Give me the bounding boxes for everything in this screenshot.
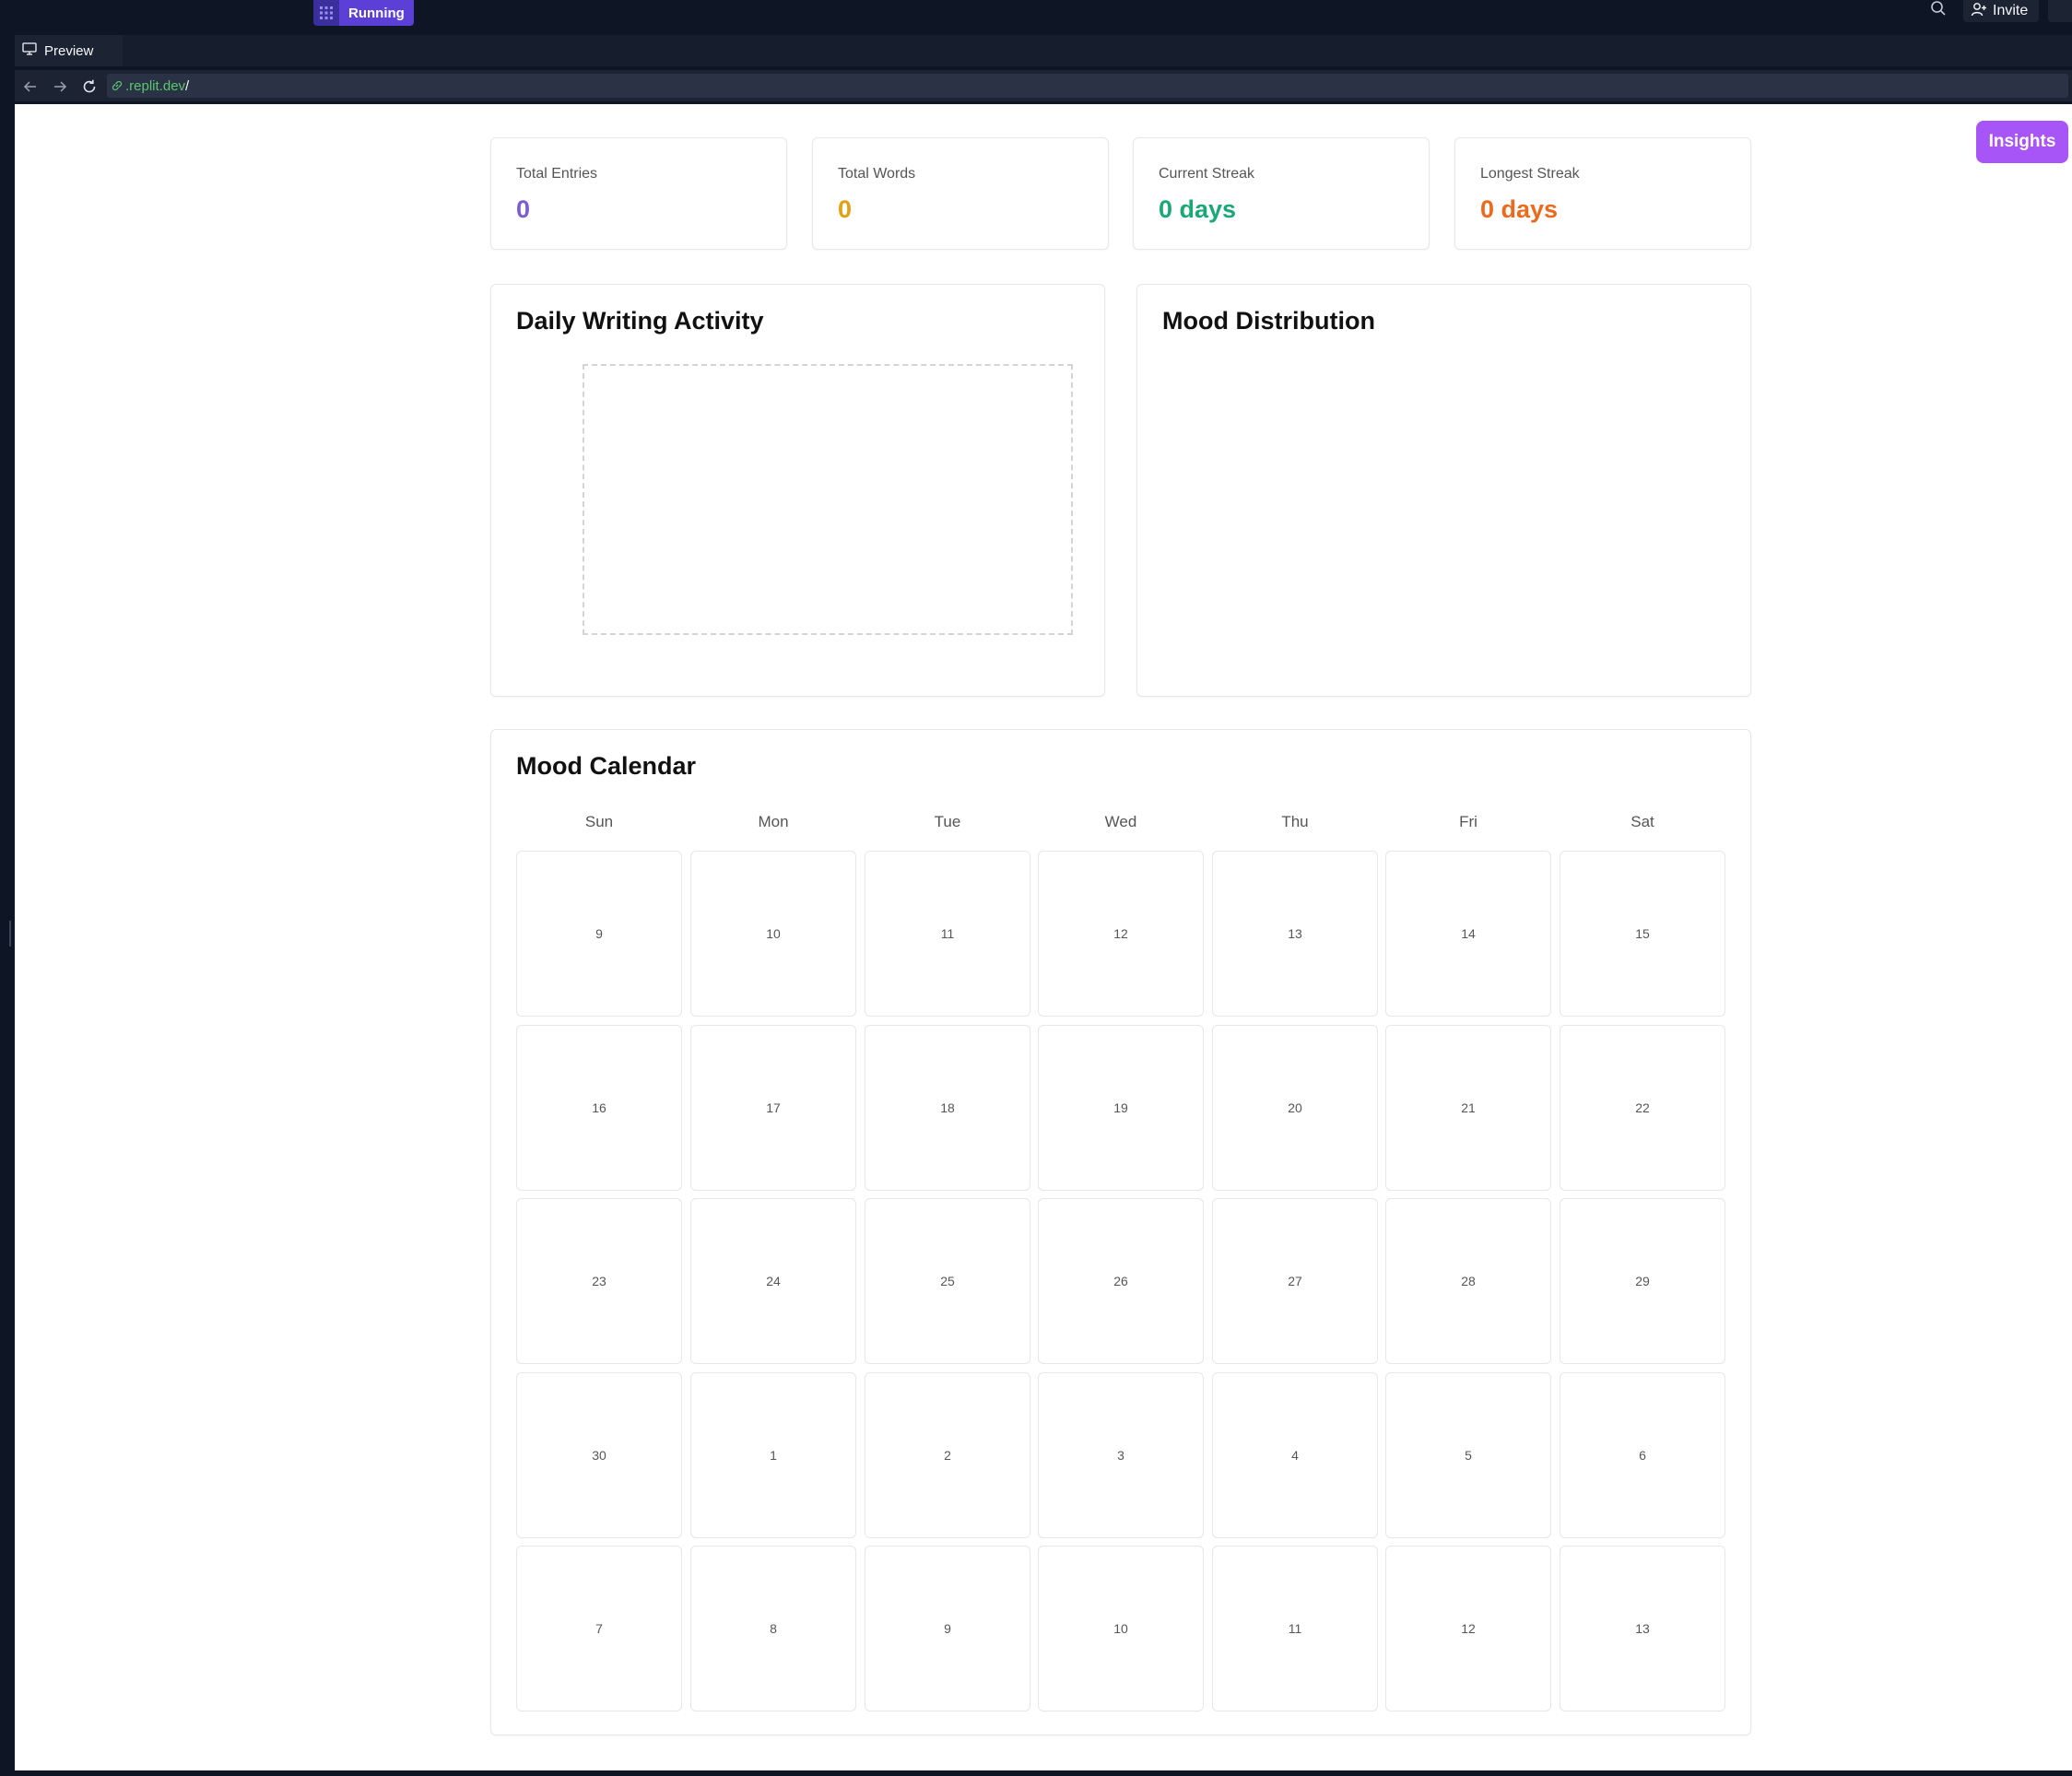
calendar-day-cell[interactable]: 18 (865, 1025, 1030, 1191)
calendar-day-cell[interactable]: 22 (1560, 1025, 1725, 1191)
calendar-day-cell[interactable]: 5 (1385, 1372, 1551, 1538)
calendar-day-cell[interactable]: 29 (1560, 1198, 1725, 1364)
calendar-day-cell[interactable]: 25 (865, 1198, 1030, 1364)
invite-button[interactable]: Invite (1963, 0, 2040, 22)
calendar-day-cell[interactable]: 12 (1038, 851, 1204, 1017)
tab-preview-label: Preview (44, 42, 94, 59)
calendar-day-cell[interactable]: 3 (1038, 1372, 1204, 1538)
mood-calendar-panel: Mood Calendar Sun Mon Tue Wed Thu Fri Sat 9 10 11… (490, 729, 1751, 1735)
weekday-header: Sat (1631, 813, 1654, 830)
calendar-day-cell[interactable]: 9 (865, 1546, 1030, 1711)
daily-writing-activity-panel: Daily Writing Activity (490, 284, 1105, 697)
forward-arrow-icon[interactable] (52, 78, 68, 95)
calendar-day-cell[interactable]: 14 (1385, 851, 1551, 1017)
monitor-icon (22, 42, 37, 59)
workspace-left-gutter (0, 31, 15, 1776)
stat-label: Total Words (838, 166, 916, 182)
calendar-day-cell[interactable]: 10 (1038, 1546, 1204, 1711)
calendar-day-cell[interactable]: 21 (1385, 1025, 1551, 1191)
url-input[interactable]: .replit.dev / (107, 74, 2068, 98)
calendar-day-cell[interactable]: 12 (1385, 1546, 1551, 1711)
calendar-day-cell[interactable]: 8 (690, 1546, 856, 1711)
stat-label: Longest Streak (1480, 166, 1580, 182)
reload-icon[interactable] (81, 78, 98, 95)
panel-title: Mood Distribution (1162, 307, 1375, 335)
stat-card-total-entries: Total Entries 0 (490, 137, 787, 250)
calendar-day-cell[interactable]: 2 (865, 1372, 1030, 1538)
calendar-day-cell[interactable]: 11 (1212, 1546, 1378, 1711)
calendar-day-cell[interactable]: 17 (690, 1025, 856, 1191)
calendar-day-cell[interactable]: 10 (690, 851, 856, 1017)
activity-chart-placeholder (583, 364, 1073, 635)
weekday-header: Wed (1104, 813, 1137, 830)
calendar-day-cell[interactable]: 19 (1038, 1025, 1204, 1191)
calendar-day-cell[interactable]: 7 (516, 1546, 682, 1711)
calendar-day-cell[interactable]: 16 (516, 1025, 682, 1191)
mood-distribution-panel: Mood Distribution (1136, 284, 1751, 697)
calendar-day-cell[interactable]: 11 (865, 851, 1030, 1017)
calendar-day-cell[interactable]: 30 (516, 1372, 682, 1538)
calendar-day-cell[interactable]: 4 (1212, 1372, 1378, 1538)
panel-title: Daily Writing Activity (516, 307, 764, 335)
stat-label: Current Streak (1159, 166, 1255, 182)
tab-preview[interactable]: Preview (15, 35, 124, 66)
calendar-day-cell[interactable]: 20 (1212, 1025, 1378, 1191)
add-user-icon (1971, 2, 1987, 21)
workspace-header: Running Invite (0, 0, 2072, 31)
stat-card-total-words: Total Words 0 (812, 137, 1109, 250)
calendar-day-cell[interactable]: 15 (1560, 851, 1725, 1017)
weekday-header: Fri (1459, 813, 1477, 830)
calendar-day-cell[interactable]: 28 (1385, 1198, 1551, 1364)
preview-url-bar: .replit.dev / (15, 70, 2072, 101)
panel-title: Mood Calendar (516, 752, 697, 780)
weekday-header: Sun (584, 813, 614, 830)
stat-value: 0 (516, 195, 531, 223)
stat-card-longest-streak: Longest Streak 0 days (1454, 137, 1751, 250)
stat-label: Total Entries (516, 166, 598, 182)
invite-label: Invite (1993, 3, 2029, 18)
pane-tab-bar: Preview (15, 35, 2072, 66)
calendar-day-cell[interactable]: 1 (690, 1372, 856, 1538)
pane-resize-handle[interactable] (9, 921, 11, 947)
weekday-header: Tue (934, 813, 961, 830)
url-host: .replit.dev (125, 77, 186, 94)
stat-value: 0 (838, 195, 853, 223)
stat-value: 0 days (1480, 195, 1559, 223)
stat-value: 0 days (1159, 195, 1237, 223)
run-status-label: Running (339, 0, 414, 26)
run-status-button[interactable]: Running (313, 0, 414, 26)
calendar-day-cell[interactable]: 24 (690, 1198, 856, 1364)
url-path: / (185, 77, 190, 94)
link-icon (111, 79, 124, 92)
weekday-header: Mon (758, 813, 789, 830)
profile-menu-button[interactable] (2048, 0, 2072, 22)
stat-card-current-streak: Current Streak 0 days (1133, 137, 1430, 250)
calendar-day-cell[interactable]: 13 (1212, 851, 1378, 1017)
calendar-day-cell[interactable]: 23 (516, 1198, 682, 1364)
calendar-day-cell[interactable]: 26 (1038, 1198, 1204, 1364)
calendar-day-cell[interactable]: 9 (516, 851, 682, 1017)
back-arrow-icon[interactable] (22, 78, 39, 95)
calendar-day-cell[interactable]: 27 (1212, 1198, 1378, 1364)
preview-page: Insights Total Entries 0 Total Words 0 C… (15, 104, 2072, 1770)
calendar-day-cell[interactable]: 6 (1560, 1372, 1725, 1538)
insights-button[interactable]: Insights (1976, 121, 2068, 163)
weekday-header: Thu (1281, 813, 1309, 830)
search-icon[interactable] (1930, 0, 1952, 20)
calendar-day-cell[interactable]: 13 (1560, 1546, 1725, 1711)
grid-icon (313, 0, 339, 26)
